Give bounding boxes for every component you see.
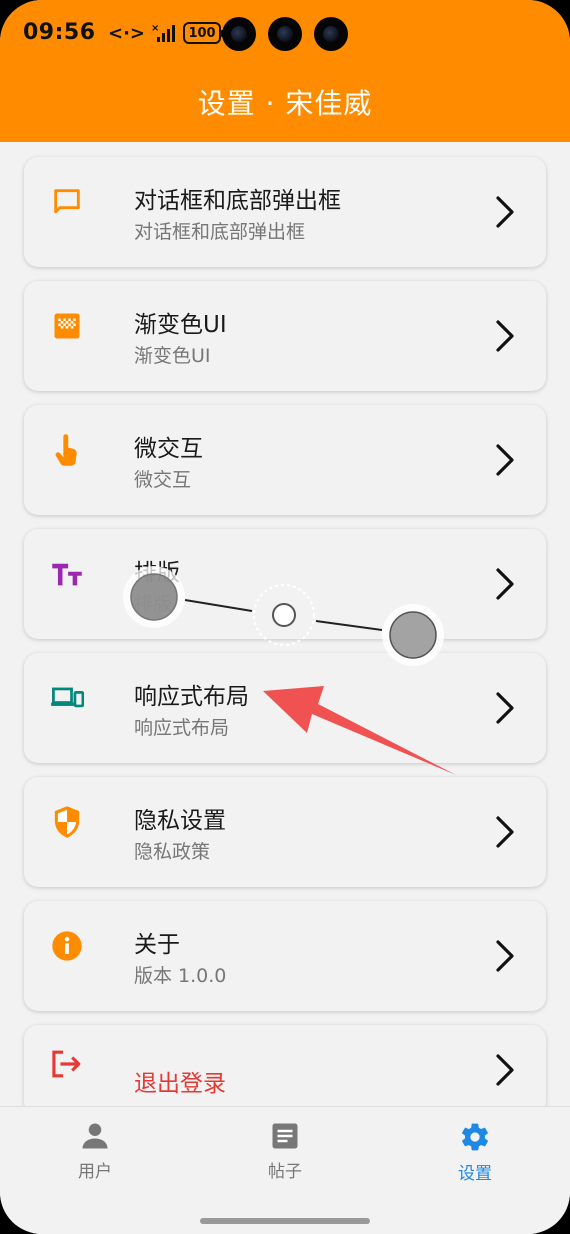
menu-item-subtitle: 渐变色UI [134, 345, 211, 367]
chevron-right-icon [496, 196, 514, 228]
nav-item-users[interactable]: 用户 [35, 1121, 155, 1182]
menu-item-title: 响应式布局 [134, 684, 249, 710]
menu-item-title: 退出登录 [134, 1071, 226, 1097]
logout-icon [50, 1047, 84, 1081]
camera-cutout-1 [222, 17, 256, 51]
menu-item-about[interactable]: 关于 版本 1.0.0 [24, 901, 546, 1011]
chevron-right-icon [496, 444, 514, 476]
menu-item-title: 关于 [134, 932, 180, 958]
status-time: 09:56 [23, 20, 96, 45]
person-icon [82, 1123, 108, 1149]
nav-label: 用户 [78, 1162, 112, 1182]
settings-list[interactable]: 对话框和底部弹出框 对话框和底部弹出框 渐变色UI 渐变色UI 微交互 微交互 … [0, 142, 570, 1106]
camera-cutout-3 [314, 17, 348, 51]
menu-item-title: 隐私设置 [134, 808, 226, 834]
shield-icon [50, 805, 84, 839]
menu-item-privacy-settings[interactable]: 隐私设置 隐私政策 [24, 777, 546, 887]
chevron-right-icon [496, 940, 514, 972]
info-icon [50, 929, 84, 963]
chevron-right-icon [496, 816, 514, 848]
home-indicator[interactable] [200, 1218, 370, 1224]
menu-item-subtitle: 版本 1.0.0 [134, 965, 227, 987]
svg-text:×: × [151, 23, 159, 34]
bottom-navigation: 用户 帖子 设置 [0, 1106, 570, 1234]
camera-cutout-2 [268, 17, 302, 51]
signal-icon: × [151, 23, 176, 42]
menu-item-subtitle: 微交互 [134, 469, 192, 491]
menu-item-title: 微交互 [134, 436, 203, 462]
menu-item-typography[interactable]: 排版 排版 [24, 529, 546, 639]
menu-item-subtitle: 排版 [134, 593, 173, 615]
chat-bubble-icon [50, 185, 84, 219]
menu-item-subtitle: 隐私政策 [134, 841, 211, 863]
menu-item-subtitle: 响应式布局 [134, 717, 230, 739]
menu-item-title: 对话框和底部弹出框 [134, 188, 341, 214]
app-header: 09:56 <·> × 100 设置 · 宋佳威 [0, 0, 570, 142]
chevron-right-icon [496, 1054, 514, 1086]
battery-icon: 100 [183, 22, 225, 44]
status-bar: 09:56 <·> × 100 [0, 0, 570, 70]
menu-item-micro-interactions[interactable]: 微交互 微交互 [24, 405, 546, 515]
chevron-right-icon [496, 568, 514, 600]
chevron-right-icon [496, 320, 514, 352]
data-transfer-icon: <·> [108, 22, 146, 44]
nav-label: 帖子 [268, 1162, 302, 1182]
menu-item-responsive-layout[interactable]: 响应式布局 响应式布局 [24, 653, 546, 763]
gradient-icon [50, 309, 84, 343]
nav-item-settings[interactable]: 设置 [415, 1121, 535, 1184]
menu-item-subtitle: 对话框和底部弹出框 [134, 221, 306, 243]
status-icons: <·> × 100 [108, 22, 225, 44]
nav-item-posts[interactable]: 帖子 [225, 1121, 345, 1182]
article-icon [272, 1123, 298, 1149]
phone-screen: 09:56 <·> × 100 设置 · 宋佳威 对话框和底部弹出框 对话框和底… [0, 0, 570, 1234]
touch-icon [50, 433, 84, 467]
chevron-right-icon [496, 692, 514, 724]
menu-item-gradient-ui[interactable]: 渐变色UI 渐变色UI [24, 281, 546, 391]
gear-icon [462, 1123, 488, 1151]
menu-item-title: 排版 [134, 560, 180, 586]
devices-icon [50, 681, 84, 715]
menu-item-title: 渐变色UI [134, 312, 227, 338]
page-title: 设置 · 宋佳威 [197, 87, 373, 120]
nav-label: 设置 [458, 1164, 492, 1184]
menu-item-dialogs[interactable]: 对话框和底部弹出框 对话框和底部弹出框 [24, 157, 546, 267]
menu-item-logout[interactable]: 退出登录 [24, 1025, 546, 1106]
text-fields-icon [50, 557, 84, 591]
